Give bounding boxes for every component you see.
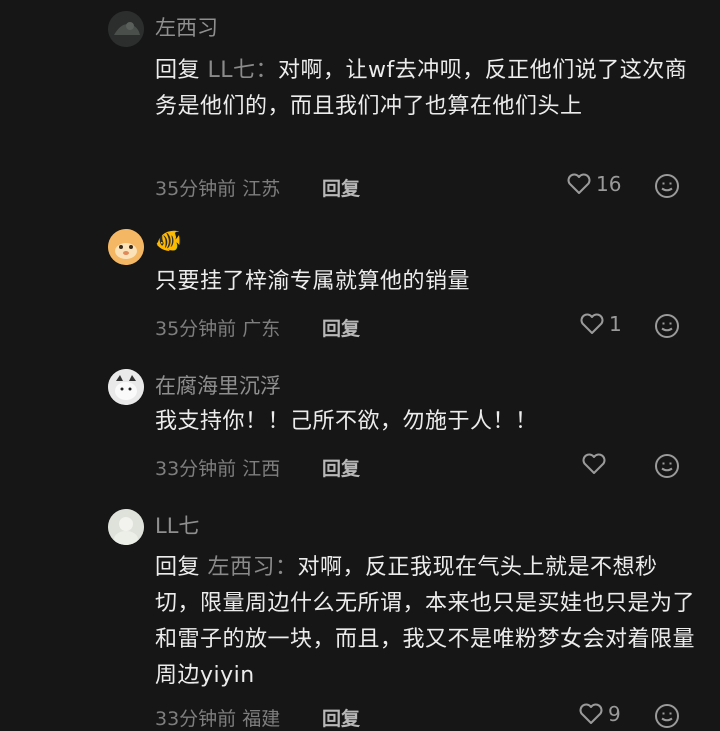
comment-body: 只要挂了梓渝专属就算他的销量	[155, 269, 471, 294]
username[interactable]: LL七	[155, 510, 199, 540]
username[interactable]: 🐠	[155, 229, 182, 254]
heart-icon	[581, 452, 607, 476]
like-button[interactable]: 16	[566, 172, 621, 196]
reply-button[interactable]: 回复	[322, 454, 360, 481]
username[interactable]: 在腐海里沉浮	[155, 370, 281, 400]
reply-target-username[interactable]: 左西习	[208, 555, 276, 580]
emoji-icon[interactable]	[654, 173, 680, 199]
heart-icon	[579, 312, 605, 336]
comment-time: 35分钟前	[155, 178, 237, 200]
comment-meta: 33分钟前 福建	[155, 704, 280, 731]
comment-time: 35分钟前	[155, 318, 237, 340]
like-button[interactable]: 1	[579, 312, 622, 336]
like-button[interactable]	[581, 452, 611, 476]
heart-icon	[566, 172, 592, 196]
comment-text: 回复 LL七：对啊，让wf去冲呗，反正他们说了这次商务是他们的，而且我们冲了也算…	[155, 53, 695, 125]
reply-target-username[interactable]: LL七	[208, 58, 256, 83]
comment-meta: 35分钟前 广东	[155, 314, 280, 341]
reply-button[interactable]: 回复	[322, 314, 360, 341]
emoji-icon[interactable]	[654, 703, 680, 729]
avatar[interactable]	[108, 369, 144, 405]
username[interactable]: 左西习	[155, 12, 218, 42]
reply-button[interactable]: 回复	[322, 704, 360, 731]
comment-time: 33分钟前	[155, 708, 237, 730]
comment-location: 江苏	[242, 178, 281, 200]
comment-text: 回复 左西习：对啊，反正我现在气头上就是不想秒切，限量周边什么无所谓，本来也只是…	[155, 550, 695, 694]
like-count: 1	[609, 312, 622, 336]
avatar[interactable]	[108, 509, 144, 545]
like-button[interactable]: 9	[578, 702, 621, 726]
reply-separator: ：	[275, 555, 298, 580]
comment-body: 我支持你！！己所不欲，勿施于人！！	[155, 409, 538, 434]
comment-location: 广东	[242, 318, 281, 340]
reply-prefix: 回复	[155, 58, 201, 83]
comment-location: 江西	[242, 458, 281, 480]
comment-time: 33分钟前	[155, 458, 237, 480]
comment-meta: 33分钟前 江西	[155, 454, 280, 481]
like-count: 9	[608, 702, 621, 726]
avatar[interactable]	[108, 229, 144, 265]
comment-text: 只要挂了梓渝专属就算他的销量	[155, 264, 695, 300]
reply-separator: ：	[255, 58, 279, 83]
avatar[interactable]	[108, 11, 144, 47]
reply-button[interactable]: 回复	[322, 174, 360, 201]
emoji-icon[interactable]	[654, 453, 680, 479]
comment-text: 我支持你！！己所不欲，勿施于人！！	[155, 404, 695, 440]
like-count: 16	[596, 172, 622, 196]
comment-location: 福建	[242, 708, 281, 730]
emoji-icon[interactable]	[654, 313, 680, 339]
heart-icon	[578, 702, 604, 726]
comment-meta: 35分钟前 江苏	[155, 174, 280, 201]
reply-prefix: 回复	[155, 555, 201, 580]
